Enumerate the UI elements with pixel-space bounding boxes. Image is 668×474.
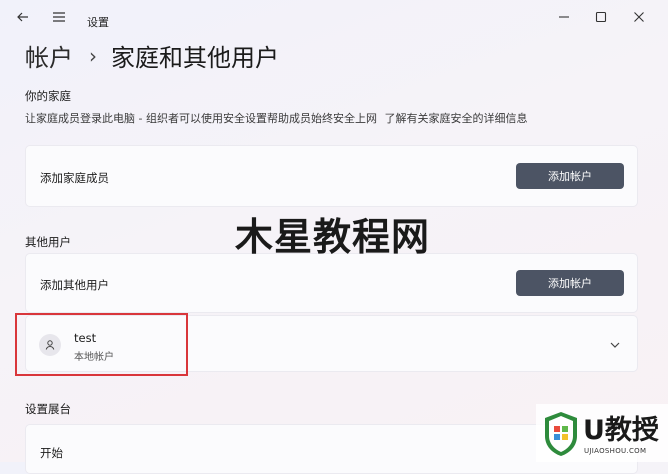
kiosk-start-label: 开始 bbox=[40, 446, 63, 460]
logo-text: U教授 bbox=[583, 415, 659, 446]
brand-logo: U教授 UJIAOSHOU.COM bbox=[536, 404, 668, 462]
watermark-text: 木星教程网 bbox=[235, 215, 431, 259]
settings-window: 设置 帐户 › 家庭和其他用户 你的家庭 让家庭成员登录此电脑 - 组织者可以使… bbox=[0, 0, 668, 474]
minimize-icon[interactable] bbox=[552, 6, 576, 28]
family-safety-link[interactable]: 了解有关家庭安全的详细信息 bbox=[384, 112, 527, 125]
title-bar: 设置 bbox=[0, 0, 668, 34]
shield-logo-icon bbox=[545, 412, 577, 456]
maximize-icon[interactable] bbox=[589, 6, 613, 28]
back-arrow-icon[interactable] bbox=[11, 6, 35, 28]
add-other-user-label: 添加其他用户 bbox=[40, 278, 109, 292]
close-icon[interactable] bbox=[627, 6, 651, 28]
other-users-heading: 其他用户 bbox=[25, 235, 71, 249]
hamburger-menu-icon[interactable] bbox=[47, 6, 71, 28]
add-family-member-card: 添加家庭成员 添加帐户 bbox=[25, 145, 638, 207]
family-heading: 你的家庭 bbox=[25, 89, 71, 103]
breadcrumb-separator: › bbox=[89, 43, 97, 68]
page-title: 家庭和其他用户 bbox=[111, 44, 279, 72]
highlight-annotation bbox=[15, 313, 188, 376]
kiosk-heading: 设置展台 bbox=[25, 402, 71, 416]
add-family-member-label: 添加家庭成员 bbox=[40, 171, 109, 185]
breadcrumb-parent[interactable]: 帐户 bbox=[25, 38, 73, 73]
window-title: 设置 bbox=[87, 16, 109, 29]
breadcrumb: 帐户 › 家庭和其他用户 bbox=[25, 38, 279, 73]
family-description-text: 让家庭成员登录此电脑 - 组织者可以使用安全设置帮助成员始终安全上网 bbox=[25, 112, 377, 125]
add-other-user-card: 添加其他用户 添加帐户 bbox=[25, 253, 638, 313]
logo-subtext: UJIAOSHOU.COM bbox=[584, 447, 647, 455]
chevron-down-icon[interactable] bbox=[607, 337, 623, 353]
add-family-account-button[interactable]: 添加帐户 bbox=[516, 163, 624, 189]
add-other-account-button[interactable]: 添加帐户 bbox=[516, 270, 624, 296]
family-description: 让家庭成员登录此电脑 - 组织者可以使用安全设置帮助成员始终安全上网 了解有关家… bbox=[25, 110, 527, 126]
